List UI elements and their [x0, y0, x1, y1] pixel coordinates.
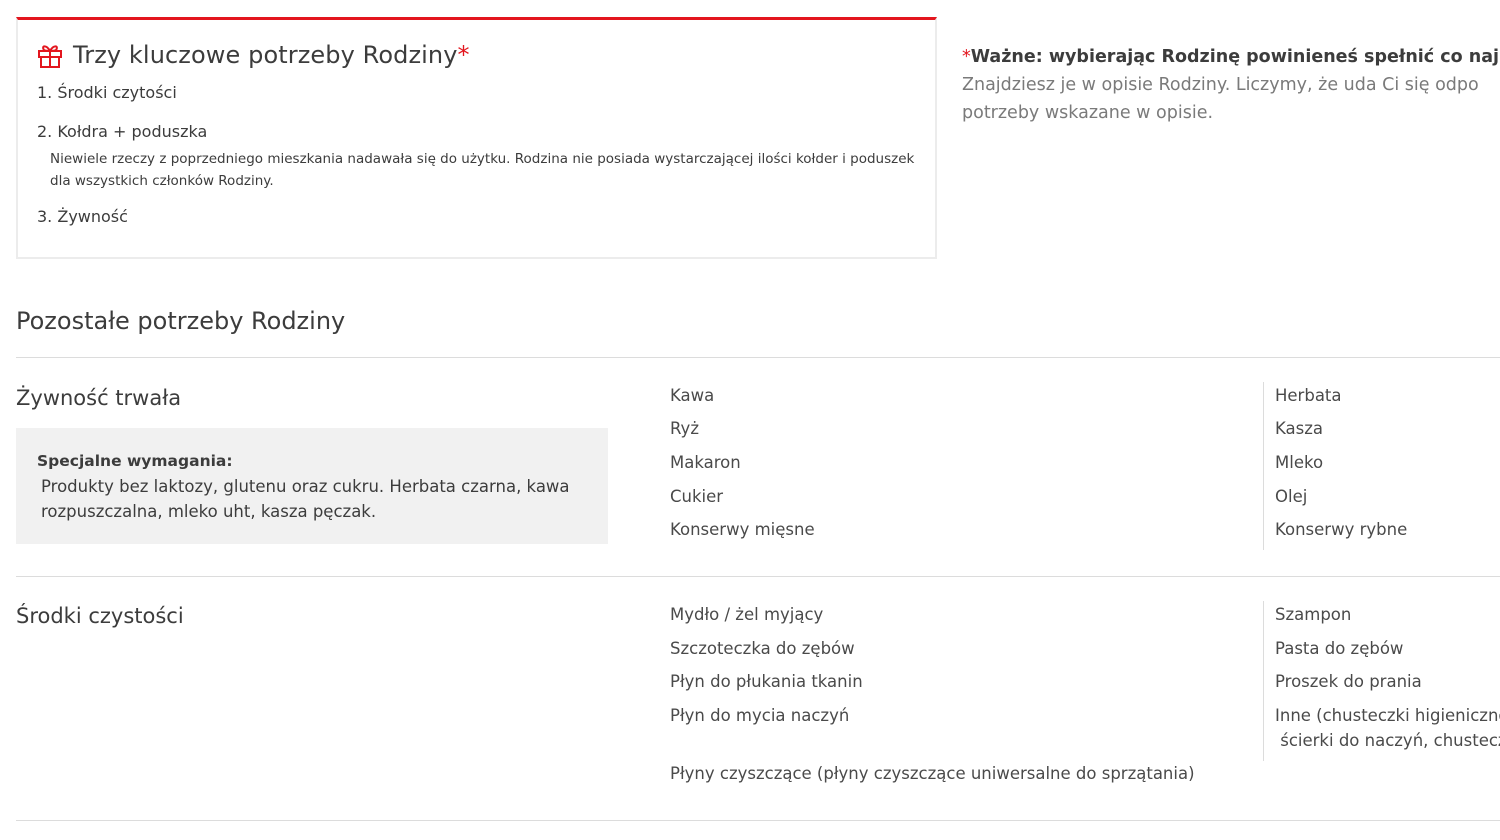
key-need-item-2: 2. Kołdra + poduszka [37, 122, 208, 141]
need-item: Herbata [1275, 386, 1342, 405]
key-needs-heading: Trzy kluczowe potrzeby Rodziny * [36, 41, 470, 69]
column-divider [1263, 601, 1264, 761]
important-note: *Ważne: wybierając Rodzinę powinieneś sp… [962, 43, 1500, 127]
category-title-food: Żywność trwała [16, 386, 182, 410]
important-bold-text: Ważne: wybierając Rodzinę powinieneś spe… [970, 47, 1500, 67]
need-item: Konserwy rybne [1275, 520, 1408, 539]
other-needs-title: Pozostałe potrzeby Rodziny [16, 307, 346, 335]
important-line-2: Znajdziesz je w opisie Rodziny. Liczymy,… [962, 75, 1479, 95]
divider [16, 820, 1500, 821]
category-title-cleaning: Środki czystości [16, 604, 184, 628]
key-need-item-2-description: Niewiele rzeczy z poprzedniego mieszkani… [50, 151, 915, 189]
need-item: Mleko [1275, 453, 1324, 472]
required-star: * [457, 41, 470, 69]
need-item: Ryż [670, 419, 699, 438]
need-item: Płyn do płukania tkanin [670, 672, 863, 691]
key-need-item-1: 1. Środki czytości [37, 83, 177, 102]
need-item: Olej [1275, 487, 1308, 506]
special-requirements-text: Produkty bez laktozy, glutenu oraz cukru… [41, 477, 570, 521]
key-needs-title: Trzy kluczowe potrzeby Rodziny [73, 41, 458, 69]
special-requirements-label: Specjalne wymagania: [37, 452, 233, 470]
need-item: Pasta do zębów [1275, 639, 1404, 658]
need-item: Mydło / żel myjący [670, 605, 824, 624]
need-item: Szampon [1275, 605, 1352, 624]
important-line-3: potrzeby wskazane w opisie. [962, 103, 1214, 123]
need-item: Płyny czyszczące (płyny czyszczące uniwe… [670, 764, 1195, 783]
need-item: Cukier [670, 487, 724, 506]
column-divider [1263, 382, 1264, 550]
need-item: Konserwy mięsne [670, 520, 815, 539]
need-item: Kawa [670, 386, 715, 405]
need-item: Proszek do prania [1275, 672, 1422, 691]
important-star: * [962, 47, 971, 67]
divider [16, 576, 1500, 577]
need-item: Płyn do mycia naczyń [670, 706, 850, 725]
need-item: Szczoteczka do zębów [670, 639, 855, 658]
gift-icon [38, 45, 62, 68]
divider [16, 357, 1500, 358]
need-item: ścierki do naczyń, chustecz [1275, 731, 1500, 750]
need-item: Makaron [670, 453, 741, 472]
need-item: Inne (chusteczki higieniczne [1275, 706, 1500, 725]
special-requirements-box: Specjalne wymagania: Produkty bez laktoz… [16, 428, 608, 544]
need-item: Kasza [1275, 419, 1324, 438]
key-need-item-3: 3. Żywność [37, 207, 128, 226]
